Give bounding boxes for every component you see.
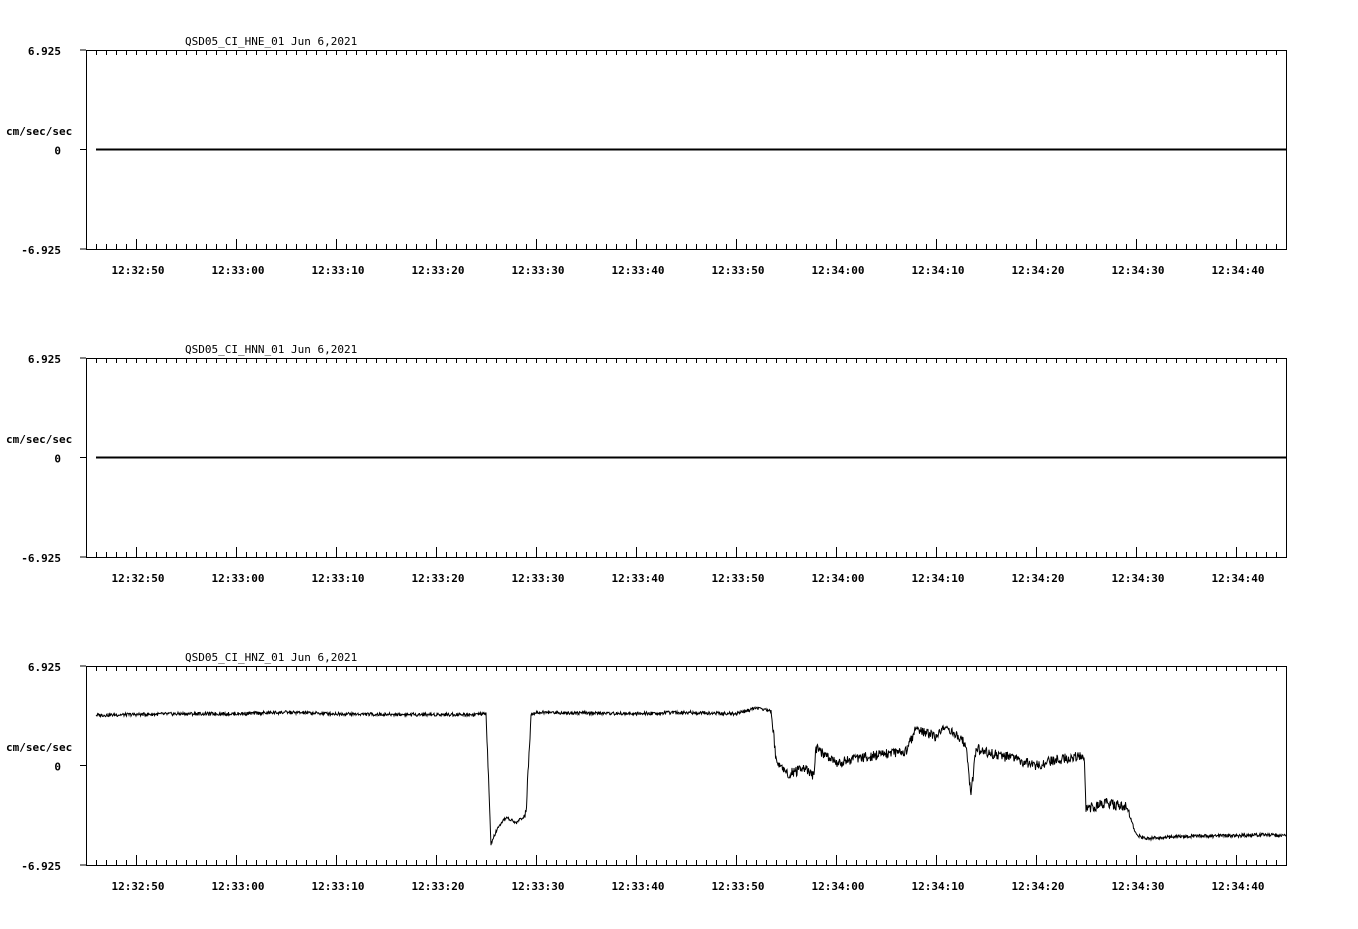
x-tick-label: 12:33:40 — [612, 880, 665, 893]
y-tick-label: 6.925 — [28, 353, 61, 366]
chart-panel-2: QSD05_CI_HNN_01 Jun 6,2021 6.925 0 -6.925 cm… — [6, 343, 1287, 585]
y-tick-label: -6.925 — [21, 552, 61, 565]
x-tick-label: 12:32:50 — [112, 264, 165, 277]
x-tick-label: 12:34:30 — [1112, 572, 1165, 585]
x-tick-label: 12:34:20 — [1012, 572, 1065, 585]
chart-panel-3: QSD05_CI_HNZ_01 Jun 6,2021 6.925 0 -6.925 cm… — [6, 651, 1287, 893]
x-tick-label: 12:34:20 — [1012, 880, 1065, 893]
x-tick-label: 12:34:10 — [912, 264, 965, 277]
x-tick-label: 12:34:10 — [912, 880, 965, 893]
x-tick-label: 12:33:50 — [712, 880, 765, 893]
y-tick-label: 6.925 — [28, 661, 61, 674]
x-tick-label: 12:33:10 — [312, 572, 365, 585]
chart-title: QSD05_CI_HNN_01 Jun 6,2021 — [185, 343, 357, 356]
y-axis-label: cm/sec/sec — [6, 433, 72, 446]
seismogram-svg: QSD05_CI_HNE_01 Jun 6,2021 6.925 0 -6.925 cm… — [6, 35, 1287, 893]
x-tick-label: 12:33:30 — [512, 264, 565, 277]
x-tick-label: 12:33:20 — [412, 264, 465, 277]
y-axis-label: cm/sec/sec — [6, 741, 72, 754]
x-tick-label: 12:33:50 — [712, 572, 765, 585]
x-tick-label: 12:33:00 — [212, 880, 265, 893]
x-tick-label: 12:33:30 — [512, 880, 565, 893]
y-tick-label: 0 — [54, 145, 61, 158]
x-tick-label: 12:33:00 — [212, 572, 265, 585]
x-tick-label: 12:34:40 — [1212, 572, 1265, 585]
x-tick-label: 12:33:30 — [512, 572, 565, 585]
x-tick-label: 12:34:00 — [812, 264, 865, 277]
plot-frame — [86, 666, 1287, 866]
waveform-trace — [95, 706, 1287, 846]
x-tick-label: 12:33:20 — [412, 572, 465, 585]
x-tick-label: 12:34:00 — [812, 572, 865, 585]
x-tick-label: 12:33:20 — [412, 880, 465, 893]
x-tick-label: 12:32:50 — [112, 572, 165, 585]
x-tick-label: 12:33:40 — [612, 264, 665, 277]
chart-panel-1: QSD05_CI_HNE_01 Jun 6,2021 6.925 0 -6.925 cm… — [6, 35, 1287, 277]
y-tick-label: 0 — [54, 761, 61, 774]
x-tick-label: 12:33:00 — [212, 264, 265, 277]
y-tick-label: 0 — [54, 453, 61, 466]
x-tick-label: 12:34:00 — [812, 880, 865, 893]
y-axis-label: cm/sec/sec — [6, 125, 72, 138]
x-tick-label: 12:33:50 — [712, 264, 765, 277]
x-tick-label: 12:33:40 — [612, 572, 665, 585]
x-tick-label: 12:34:20 — [1012, 264, 1065, 277]
x-tick-label: 12:32:50 — [112, 880, 165, 893]
x-tick-label: 12:34:30 — [1112, 880, 1165, 893]
x-tick-label: 12:33:10 — [312, 264, 365, 277]
x-tick-label: 12:33:10 — [312, 880, 365, 893]
chart-title: QSD05_CI_HNE_01 Jun 6,2021 — [185, 35, 357, 48]
seismogram-figure: QSD05_CI_HNE_01 Jun 6,2021 6.925 0 -6.925 cm… — [0, 0, 1358, 924]
x-tick-label: 12:34:40 — [1212, 264, 1265, 277]
x-tick-label: 12:34:10 — [912, 572, 965, 585]
y-tick-label: 6.925 — [28, 45, 61, 58]
x-tick-label: 12:34:40 — [1212, 880, 1265, 893]
y-tick-label: -6.925 — [21, 860, 61, 873]
x-tick-label: 12:34:30 — [1112, 264, 1165, 277]
y-tick-label: -6.925 — [21, 244, 61, 257]
chart-title: QSD05_CI_HNZ_01 Jun 6,2021 — [185, 651, 357, 664]
